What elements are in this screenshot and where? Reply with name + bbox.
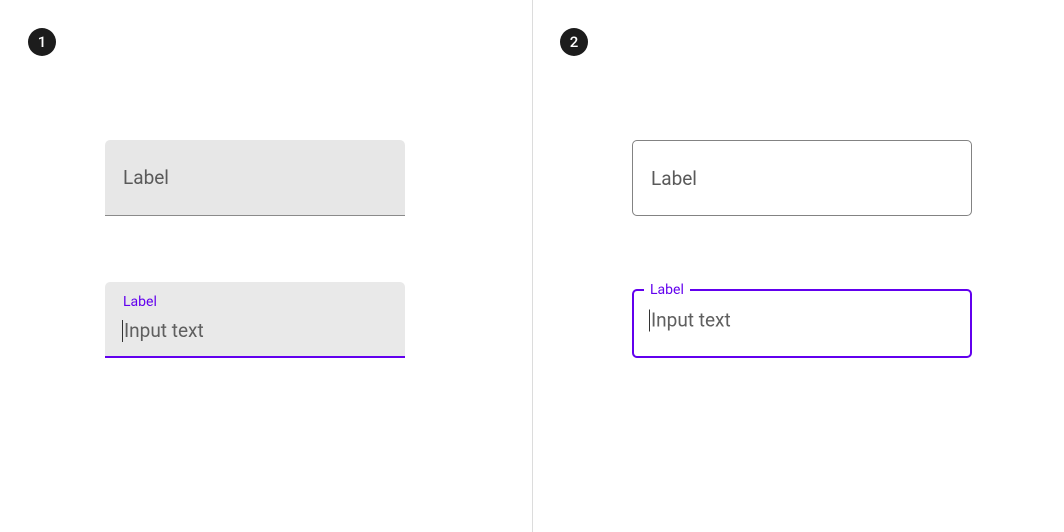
badge-number: 1 bbox=[28, 28, 56, 56]
filled-floating-label: Label bbox=[123, 294, 157, 310]
filled-input-text: Input text bbox=[124, 319, 204, 342]
text-cursor-icon bbox=[649, 309, 650, 331]
text-cursor-icon bbox=[122, 320, 123, 342]
outlined-input-value: Input text bbox=[649, 309, 731, 332]
panel-outlined: 2 Label Label Input text bbox=[532, 0, 1064, 532]
panel-filled: 1 Label Label Input text bbox=[0, 0, 532, 532]
badge-number: 2 bbox=[560, 28, 588, 56]
filled-input-value: Input text bbox=[122, 319, 204, 342]
filled-fields-group: Label Label Input text bbox=[105, 140, 405, 358]
outlined-input-text: Input text bbox=[651, 309, 731, 332]
outlined-floating-label: Label bbox=[644, 282, 690, 298]
filled-textfield-focused[interactable]: Label Input text bbox=[105, 282, 405, 358]
outlined-label: Label bbox=[651, 167, 697, 190]
outlined-fields-group: Label Label Input text bbox=[632, 140, 932, 358]
outlined-textfield-focused[interactable]: Label Input text bbox=[632, 282, 972, 358]
filled-label: Label bbox=[123, 166, 169, 189]
outlined-textfield-unfocused[interactable]: Label bbox=[632, 140, 972, 216]
filled-textfield-unfocused[interactable]: Label bbox=[105, 140, 405, 216]
